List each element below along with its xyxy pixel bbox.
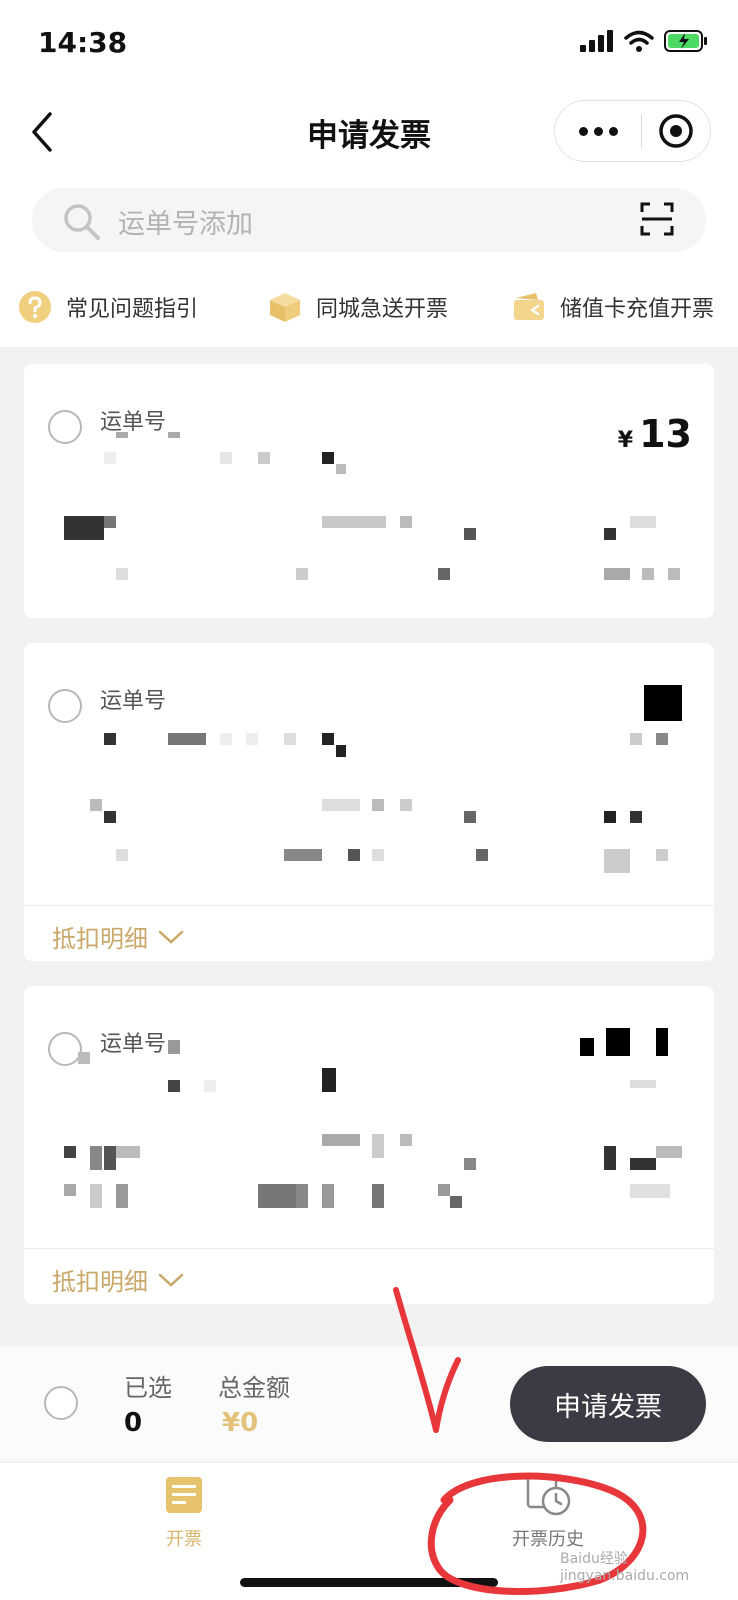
waybill-amount <box>686 683 692 727</box>
apply-invoice-button[interactable]: 申请发票 <box>510 1366 706 1442</box>
quick-link-label: 储值卡充值开票 <box>560 297 715 322</box>
dot-icon <box>593 126 603 136</box>
quick-link-label: 同城急送开票 <box>316 297 449 322</box>
dot-icon <box>608 126 618 136</box>
total-amount-value: ¥0 <box>222 1408 259 1438</box>
status-icons <box>580 30 708 52</box>
card-select-radio[interactable] <box>48 410 82 444</box>
chevron-down-icon <box>158 1273 184 1287</box>
waybill-card[interactable]: 运单号 抵扣明细 <box>24 986 714 1304</box>
tab-invoice-history[interactable]: 开票历史 <box>488 1473 608 1551</box>
quick-link-stored-card[interactable]: 储值卡充值开票 <box>512 290 714 324</box>
quick-link-faq[interactable]: 常见问题指引 <box>18 290 198 324</box>
waybill-label: 运单号 <box>100 1032 167 1057</box>
currency-symbol: ¥ <box>617 428 634 453</box>
invoice-icon <box>166 1477 202 1513</box>
waybill-amount: ¥13 <box>618 412 692 456</box>
history-icon <box>526 1473 571 1516</box>
question-icon <box>18 290 52 324</box>
wallet-icon <box>512 290 546 324</box>
home-indicator <box>240 1578 498 1587</box>
waybill-card[interactable]: 运单号 抵扣明细 <box>24 643 714 961</box>
chevron-down-icon <box>158 930 184 944</box>
status-time: 14:38 <box>38 26 128 59</box>
waybill-card[interactable]: 运单号 ¥13 <box>24 364 714 618</box>
mini-program-capsule <box>554 100 711 162</box>
selected-count: 0 <box>124 1408 143 1438</box>
quick-link-same-city[interactable]: 同城急送开票 <box>268 290 448 324</box>
deduction-detail-toggle[interactable]: 抵扣明细 <box>52 1262 184 1297</box>
scan-icon[interactable] <box>640 202 674 236</box>
tab-label: 开票 <box>166 1529 202 1550</box>
dot-icon <box>578 126 588 136</box>
selected-label: 已选 <box>124 1374 172 1402</box>
battery-icon <box>664 30 707 52</box>
search-icon <box>64 204 100 240</box>
deduction-detail-label: 抵扣明细 <box>52 1268 148 1296</box>
total-amount-label: 总金额 <box>218 1374 290 1402</box>
deduction-detail-toggle[interactable]: 抵扣明细 <box>52 919 184 954</box>
target-close-icon <box>659 114 693 148</box>
select-all-radio[interactable] <box>44 1386 78 1420</box>
waybill-search-bar[interactable]: 运单号添加 <box>32 188 706 252</box>
card-divider <box>24 905 714 906</box>
close-mini-program-button[interactable] <box>642 101 710 161</box>
watermark: Baidu经验 jingyan.baidu.com <box>560 1551 690 1584</box>
amount-value: 13 <box>639 412 692 456</box>
waybill-label: 运单号 <box>100 410 167 435</box>
more-menu-button[interactable] <box>555 101 641 161</box>
signal-icon <box>580 30 613 52</box>
wifi-icon <box>624 30 654 52</box>
quick-link-label: 常见问题指引 <box>66 297 199 322</box>
card-select-radio[interactable] <box>48 1032 82 1066</box>
waybill-amount <box>686 1026 692 1070</box>
card-select-radio[interactable] <box>48 689 82 723</box>
card-divider <box>24 1248 714 1249</box>
box-icon <box>268 290 302 324</box>
search-placeholder: 运单号添加 <box>118 209 253 240</box>
tab-invoice[interactable]: 开票 <box>124 1473 244 1551</box>
deduction-detail-label: 抵扣明细 <box>52 925 148 953</box>
waybill-label: 运单号 <box>100 689 167 714</box>
selection-summary-bar: 已选 0 总金额 ¥0 申请发票 <box>0 1345 738 1461</box>
